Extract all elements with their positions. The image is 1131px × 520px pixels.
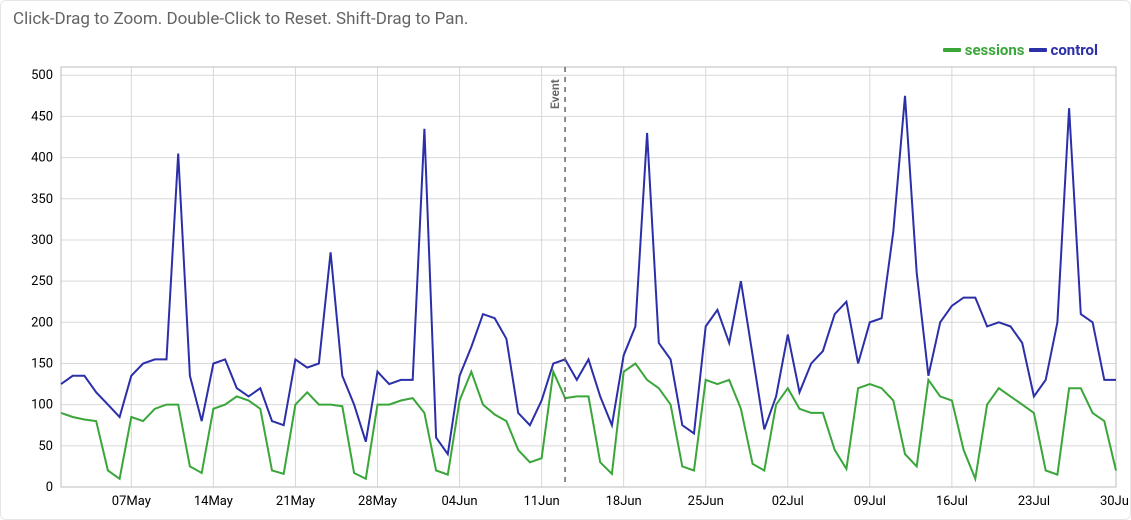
x-tick-label: 30Jul [1100, 494, 1128, 509]
y-tick-label: 400 [31, 151, 53, 166]
x-tick-label: 09Jul [854, 494, 886, 509]
chart-panel: Click-Drag to Zoom. Double-Click to Rese… [0, 0, 1131, 520]
legend-swatch-control [1029, 48, 1047, 52]
x-tick-label: 18Jun [606, 494, 642, 509]
x-tick-label: 28May [358, 494, 397, 509]
legend-label-control: control [1051, 41, 1098, 59]
x-tick-label: 04Jun [441, 494, 477, 509]
x-tick-label: 14May [194, 494, 233, 509]
y-tick-label: 350 [31, 192, 53, 207]
x-tick-label: 02Jul [772, 494, 804, 509]
legend-item-control[interactable]: control [1029, 41, 1098, 59]
y-tick-label: 300 [31, 233, 53, 248]
series-sessions[interactable] [61, 364, 1116, 479]
chart-hint-text: Click-Drag to Zoom. Double-Click to Rese… [1, 7, 1130, 29]
x-tick-label: 11Jun [524, 494, 560, 509]
legend-label-sessions: sessions [965, 41, 1025, 59]
x-tick-label: 23Jul [1018, 494, 1050, 509]
legend-item-sessions[interactable]: sessions [943, 41, 1025, 59]
y-tick-label: 50 [38, 439, 53, 454]
chart-legend: sessions control [943, 41, 1098, 59]
event-marker-label: Event [548, 79, 562, 109]
x-tick-label: 25Jun [688, 494, 724, 509]
line-chart-svg[interactable]: 0 50 100 150 200 250 300 350 400 450 500 07May 14May… [11, 37, 1128, 515]
y-tick-label: 450 [31, 109, 53, 124]
x-tick-label: 21May [276, 494, 315, 509]
y-tick-label: 500 [31, 68, 53, 83]
x-tick-label: 16Jul [936, 494, 968, 509]
chart-plot-area[interactable]: 0 50 100 150 200 250 300 350 400 450 500 07May 14May… [11, 37, 1126, 513]
legend-swatch-sessions [943, 48, 961, 52]
x-tick-label: 07May [112, 494, 151, 509]
y-tick-label: 150 [31, 356, 53, 371]
y-tick-label: 200 [31, 315, 53, 330]
y-tick-label: 0 [46, 480, 53, 495]
y-tick-label: 100 [31, 398, 53, 413]
y-tick-label: 250 [31, 274, 53, 289]
